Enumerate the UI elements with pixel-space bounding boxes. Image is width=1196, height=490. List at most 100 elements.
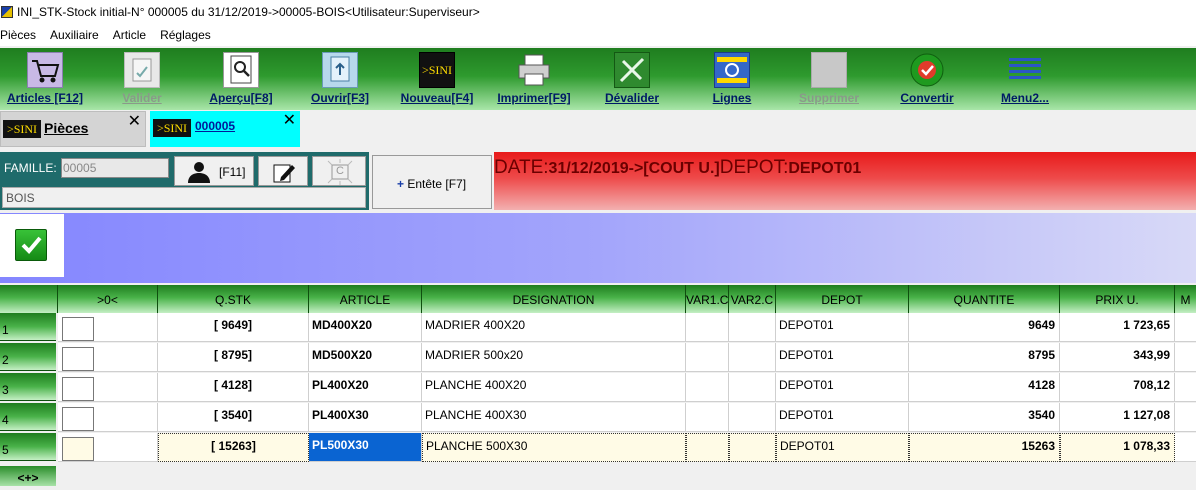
prix-cell[interactable]: 708,12 xyxy=(1060,373,1175,402)
column-header-var2[interactable]: VAR2.C xyxy=(729,285,776,313)
column-header-m[interactable]: M xyxy=(1175,285,1196,313)
designation-cell[interactable]: PLANCHE 500X30 xyxy=(422,433,686,462)
var2-cell[interactable] xyxy=(729,313,776,342)
m-cell[interactable] xyxy=(1175,343,1196,372)
lines-icon xyxy=(714,52,750,88)
var2-cell[interactable] xyxy=(729,433,776,462)
article-cell[interactable]: MD500X20 xyxy=(309,343,422,372)
m-cell[interactable] xyxy=(1175,313,1196,342)
row-header[interactable]: 3 xyxy=(0,373,56,401)
row-header[interactable]: 5 xyxy=(0,433,56,461)
menu-auxiliaire[interactable]: Auxiliaire xyxy=(43,28,106,42)
convertir-button[interactable]: Convertir xyxy=(896,52,958,105)
column-header-article[interactable]: ARTICLE xyxy=(309,285,422,313)
var1-cell[interactable] xyxy=(686,403,729,432)
article-cell-selected[interactable]: PL500X30 xyxy=(309,433,422,462)
famille-name-field[interactable]: BOIS xyxy=(2,187,366,208)
article-cell[interactable]: PL400X30 xyxy=(309,403,422,432)
m-cell[interactable] xyxy=(1175,403,1196,432)
depot-cell[interactable]: DEPOT01 xyxy=(776,373,909,402)
info-banner: DATE:31/12/2019->[COUT U.]DEPOT:DEPOT01 xyxy=(494,152,1196,210)
c-button[interactable]: C xyxy=(312,156,366,186)
depot-cell[interactable]: DEPOT01 xyxy=(776,433,909,462)
row-checkbox[interactable] xyxy=(62,317,94,341)
apercu-button[interactable]: Aperçu[F8] xyxy=(204,52,278,105)
close-icon[interactable]: ✕ xyxy=(283,113,296,129)
m-cell[interactable] xyxy=(1175,433,1196,462)
menu-reglages[interactable]: Réglages xyxy=(153,28,218,42)
depot-cell[interactable]: DEPOT01 xyxy=(776,313,909,342)
quantite-cell[interactable]: 4128 xyxy=(909,373,1060,402)
prix-cell[interactable]: 343,99 xyxy=(1060,343,1175,372)
lignes-button[interactable]: Lignes xyxy=(708,52,756,105)
row-header[interactable]: 4 xyxy=(0,403,56,431)
cart-icon xyxy=(27,52,63,88)
entete-button[interactable]: + Entête [F7] xyxy=(372,155,492,209)
person-button[interactable]: [F11] xyxy=(174,156,254,186)
row-checkbox[interactable] xyxy=(62,377,94,401)
var1-cell[interactable] xyxy=(686,433,729,462)
imprimer-button[interactable]: Imprimer[F9] xyxy=(492,52,576,105)
articles-button[interactable]: Articles [F12] xyxy=(4,52,86,105)
row-header[interactable]: 1 xyxy=(0,313,56,341)
m-cell[interactable] xyxy=(1175,373,1196,402)
famille-panel: FAMILLE: 00005 [F11] C BOIS xyxy=(0,152,369,210)
depot-cell[interactable]: DEPOT01 xyxy=(776,403,909,432)
quantite-cell[interactable]: 9649 xyxy=(909,313,1060,342)
var1-cell[interactable] xyxy=(686,373,729,402)
designation-cell[interactable]: PLANCHE 400X20 xyxy=(422,373,686,402)
quantite-cell[interactable]: 3540 xyxy=(909,403,1060,432)
designation-cell[interactable]: MADRIER 500x20 xyxy=(422,343,686,372)
prix-cell[interactable]: 1 078,33 xyxy=(1060,433,1175,462)
column-header-designation[interactable]: DESIGNATION xyxy=(422,285,686,313)
var1-cell[interactable] xyxy=(686,313,729,342)
nouveau-button[interactable]: >SINI Nouveau[F4] xyxy=(395,52,479,105)
validated-indicator[interactable] xyxy=(0,214,64,277)
quantite-cell[interactable]: 15263 xyxy=(909,433,1060,462)
close-icon[interactable]: ✕ xyxy=(128,114,141,130)
tab-pieces[interactable]: >SINI Pièces ✕ xyxy=(0,111,146,147)
column-header-depot[interactable]: DEPOT xyxy=(776,285,909,313)
menu-article[interactable]: Article xyxy=(106,28,153,42)
column-header-quantite[interactable]: QUANTITE xyxy=(909,285,1060,313)
qstk-cell[interactable]: [ 3540] xyxy=(158,403,309,432)
var1-cell[interactable] xyxy=(686,343,729,372)
open-icon xyxy=(322,52,358,88)
quantite-cell[interactable]: 8795 xyxy=(909,343,1060,372)
person-icon xyxy=(188,162,210,183)
qstk-cell[interactable]: [ 9649] xyxy=(158,313,309,342)
qstk-cell[interactable]: [ 8795] xyxy=(158,343,309,372)
add-row-button[interactable]: <+> xyxy=(0,466,56,486)
var2-cell[interactable] xyxy=(729,373,776,402)
qstk-cell[interactable]: [ 4128] xyxy=(158,373,309,402)
ouvrir-button[interactable]: Ouvrir[F3] xyxy=(305,52,375,105)
menu-pieces[interactable]: Pièces xyxy=(0,28,43,42)
checkbox-column-header[interactable]: >0< xyxy=(58,285,158,313)
prix-cell[interactable]: 1 723,65 xyxy=(1060,313,1175,342)
menu2-button[interactable]: Menu2... xyxy=(996,52,1054,105)
column-header-qstk[interactable]: Q.STK xyxy=(158,285,309,313)
tab-000005[interactable]: >SINI 000005 ✕ xyxy=(150,111,300,147)
famille-field[interactable]: 00005 xyxy=(61,158,169,178)
var2-cell[interactable] xyxy=(729,403,776,432)
var2-cell[interactable] xyxy=(729,343,776,372)
designation-cell[interactable]: PLANCHE 400X30 xyxy=(422,403,686,432)
row-header[interactable]: 2 xyxy=(0,343,56,371)
valider-button[interactable]: Valider xyxy=(114,52,170,105)
row-checkbox[interactable] xyxy=(62,407,94,431)
depot-cell[interactable]: DEPOT01 xyxy=(776,343,909,372)
prix-cell[interactable]: 1 127,08 xyxy=(1060,403,1175,432)
edit-button[interactable] xyxy=(258,156,308,186)
column-header-var1[interactable]: VAR1.C xyxy=(686,285,729,313)
supprimer-button[interactable]: Supprimer xyxy=(794,52,864,105)
designation-cell[interactable]: MADRIER 400X20 xyxy=(422,313,686,342)
entete-label: Entête [F7] xyxy=(407,177,467,191)
row-checkbox[interactable] xyxy=(62,437,94,461)
row-checkbox[interactable] xyxy=(62,347,94,371)
edit-icon xyxy=(273,164,295,183)
devalider-button[interactable]: Dévalider xyxy=(600,52,664,105)
column-header-prix[interactable]: PRIX U. xyxy=(1060,285,1175,313)
article-cell[interactable]: PL400X20 xyxy=(309,373,422,402)
qstk-cell[interactable]: [ 15263] xyxy=(158,433,309,462)
article-cell[interactable]: MD400X20 xyxy=(309,313,422,342)
